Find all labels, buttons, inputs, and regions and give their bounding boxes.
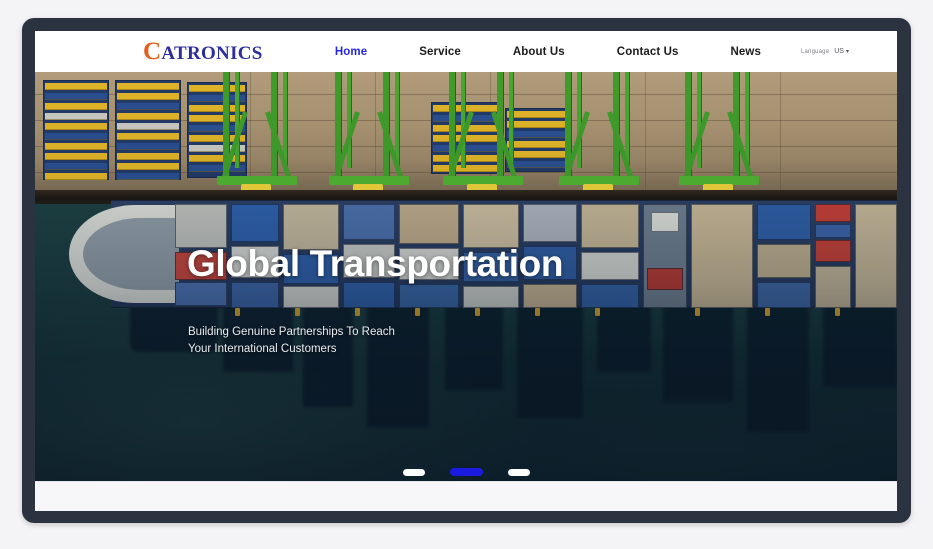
carousel-indicators: [35, 468, 897, 476]
page-viewport: CATRONICS Home Service About Us Contact …: [35, 31, 897, 511]
nav-item-about-us[interactable]: About Us: [487, 46, 591, 58]
carousel-indicator-3[interactable]: [507, 468, 530, 476]
nav-item-contact-us[interactable]: Contact Us: [591, 46, 705, 58]
language-value: US: [834, 48, 844, 55]
site-logo[interactable]: CATRONICS: [143, 39, 263, 64]
language-switcher[interactable]: Language US ▾: [787, 48, 849, 55]
chevron-down-icon: ▾: [845, 49, 849, 55]
logo-initial: C: [143, 38, 162, 65]
hero-subtitle: Building Genuine Partnerships To Reach Y…: [188, 324, 395, 358]
hero-subtitle-line-2: Your International Customers: [188, 343, 337, 355]
site-header: CATRONICS Home Service About Us Contact …: [35, 31, 897, 72]
main-navigation: Home Service About Us Contact Us News La…: [309, 31, 849, 72]
nav-item-home[interactable]: Home: [309, 46, 393, 58]
hero-title: Global Transportation: [187, 243, 564, 284]
language-label: Language: [800, 49, 830, 55]
nav-item-news[interactable]: News: [705, 46, 787, 58]
browser-device-frame: CATRONICS Home Service About Us Contact …: [22, 18, 911, 523]
carousel-indicator-1[interactable]: [402, 468, 425, 476]
nav-item-service[interactable]: Service: [393, 46, 487, 58]
hero-carousel: Global Transportation Building Genuine P…: [35, 72, 897, 481]
site-footer: [35, 481, 897, 511]
logo-wordmark: ATRONICS: [161, 43, 263, 64]
hero-subtitle-line-1: Building Genuine Partnerships To Reach: [188, 326, 395, 338]
carousel-indicator-2[interactable]: [449, 468, 483, 476]
